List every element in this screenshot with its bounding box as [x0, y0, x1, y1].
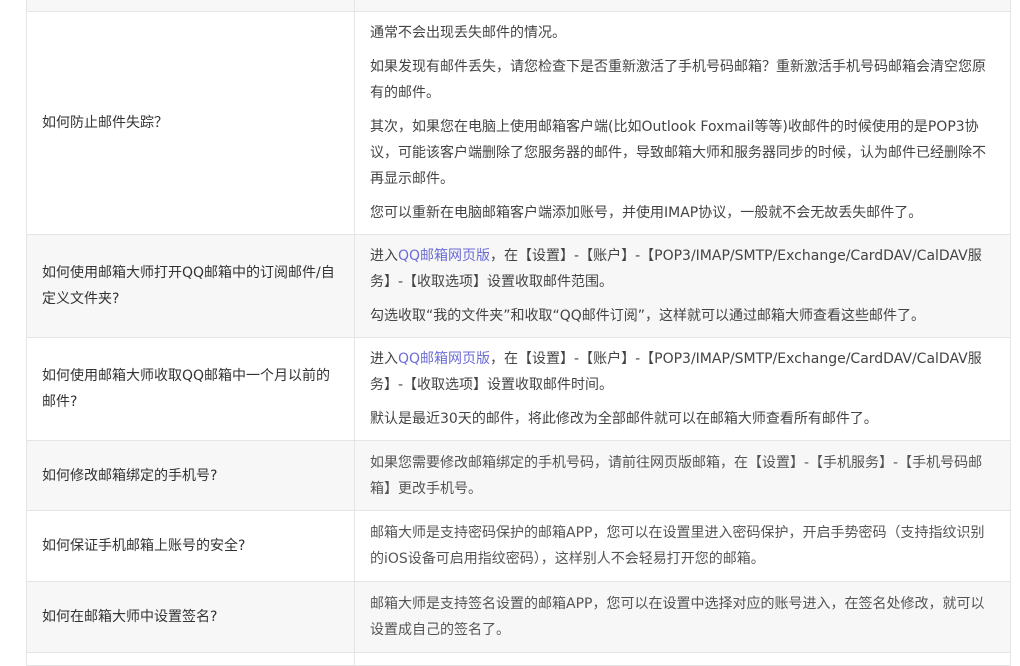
question-cell: 如何保证手机邮箱上账号的安全?: [26, 510, 355, 582]
question-cell: 如何使用邮箱大师收取QQ邮箱中一个月以前的邮件?: [26, 337, 355, 441]
table-row: 如何修改邮箱绑定的手机号? 如果您需要修改邮箱绑定的手机号码，请前往网页版邮箱，…: [26, 440, 1011, 511]
answer-paragraph: 通常不会出现丢失邮件的情况。: [370, 25, 566, 41]
qq-mail-web-link[interactable]: QQ邮箱网页版: [398, 248, 490, 264]
answer-paragraph: 您可以重新在电脑邮箱客户端添加账号，并使用IMAP协议，一般就不会无故丢失邮件了…: [370, 205, 923, 221]
answer-paragraph: 邮箱大师是支持密码保护的邮箱APP，您可以在设置里进入密码保护，开启手势密码（支…: [370, 525, 985, 567]
qq-mail-web-link[interactable]: QQ邮箱网页版: [398, 351, 490, 367]
answer-text: 进入: [370, 248, 398, 264]
answer-paragraph: 其次，如果您在电脑上使用邮箱客户端(比如Outlook Foxmail等等)收邮…: [370, 119, 986, 187]
question-cell: 如何使用邮箱大师打开QQ邮箱中的订阅邮件/自定义文件夹?: [26, 234, 355, 338]
question-cell: 如何在邮箱大师中设置签名?: [26, 581, 355, 653]
answer-paragraph: 如果发现有邮件丢失，请您检查下是否重新激活了手机号码邮箱？重新激活手机号码邮箱会…: [370, 59, 986, 101]
table-row-top-cutoff: [26, 0, 1011, 12]
answer-paragraph: 进入QQ邮箱网页版，在【设置】-【账户】-【POP3/IMAP/SMTP/Exc…: [370, 344, 996, 400]
answer-paragraph: 进入QQ邮箱网页版，在【设置】-【账户】-【POP3/IMAP/SMTP/Exc…: [370, 241, 996, 297]
answer-cell: 通常不会出现丢失邮件的情况。 如果发现有邮件丢失，请您检查下是否重新激活了手机号…: [354, 11, 1011, 235]
question-cell-empty: [26, 652, 355, 666]
table-row: 如何使用邮箱大师打开QQ邮箱中的订阅邮件/自定义文件夹? 进入QQ邮箱网页版，在…: [26, 234, 1011, 338]
answer-paragraph: 勾选收取“我的文件夹”和收取“QQ邮件订阅”，这样就可以通过邮箱大师查看这些邮件…: [370, 308, 926, 324]
answer-text: 进入: [370, 351, 398, 367]
answer-cell: 邮箱大师是支持密码保护的邮箱APP，您可以在设置里进入密码保护，开启手势密码（支…: [354, 510, 1011, 582]
answer-paragraph: 邮箱大师是支持签名设置的邮箱APP，您可以在设置中选择对应的账号进入，在签名处修…: [370, 596, 985, 638]
table-row: 如何在邮箱大师中设置签名? 邮箱大师是支持签名设置的邮箱APP，您可以在设置中选…: [26, 581, 1011, 653]
table-row: 如何防止邮件失踪？ 通常不会出现丢失邮件的情况。 如果发现有邮件丢失，请您检查下…: [26, 11, 1011, 235]
answer-paragraph: 默认是最近30天的邮件，将此修改为全部邮件就可以在邮箱大师查看所有邮件了。: [370, 411, 878, 427]
answer-cell: 邮箱大师是支持签名设置的邮箱APP，您可以在设置中选择对应的账号进入，在签名处修…: [354, 581, 1011, 653]
answer-cell-empty: [354, 0, 1011, 12]
question-cell: 如何防止邮件失踪？: [26, 11, 355, 235]
answer-paragraph: 如果您需要修改邮箱绑定的手机号码，请前往网页版邮箱，在【设置】-【手机服务】-【…: [370, 454, 983, 497]
question-cell: 如何修改邮箱绑定的手机号?: [26, 440, 355, 511]
table-row-bottom-cutoff: [26, 652, 1011, 666]
question-cell-empty: [26, 0, 355, 12]
answer-cell-empty: [354, 652, 1011, 666]
answer-cell: 进入QQ邮箱网页版，在【设置】-【账户】-【POP3/IMAP/SMTP/Exc…: [354, 337, 1011, 441]
faq-table: 如何防止邮件失踪？ 通常不会出现丢失邮件的情况。 如果发现有邮件丢失，请您检查下…: [26, 0, 1011, 666]
table-row: 如何使用邮箱大师收取QQ邮箱中一个月以前的邮件? 进入QQ邮箱网页版，在【设置】…: [26, 337, 1011, 441]
table-row: 如何保证手机邮箱上账号的安全? 邮箱大师是支持密码保护的邮箱APP，您可以在设置…: [26, 510, 1011, 582]
answer-cell: 如果您需要修改邮箱绑定的手机号码，请前往网页版邮箱，在【设置】-【手机服务】-【…: [354, 440, 1011, 511]
answer-cell: 进入QQ邮箱网页版，在【设置】-【账户】-【POP3/IMAP/SMTP/Exc…: [354, 234, 1011, 338]
